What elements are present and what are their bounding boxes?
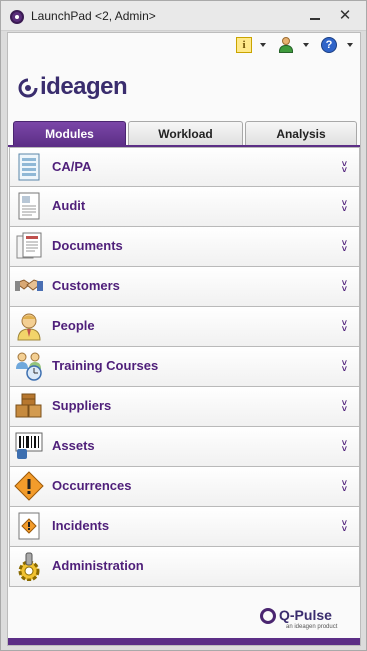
module-documents[interactable]: Documents ˅ ˅ [9, 227, 360, 267]
documents-icon [16, 232, 42, 259]
module-label: Assets [52, 438, 95, 453]
user-icon [278, 37, 294, 53]
expand-chevron-icon[interactable]: ˅ ˅ [342, 479, 347, 494]
app-logo-icon [10, 10, 24, 24]
expand-chevron-icon[interactable]: ˅ ˅ [342, 199, 347, 214]
module-label: Audit [52, 198, 86, 213]
launchpad-window: LaunchPad <2, Admin> ✕ i ? ideagen Modul… [0, 0, 367, 651]
chevron-down-icon [303, 43, 309, 47]
user-menu[interactable] [278, 37, 309, 55]
minimize-button[interactable] [304, 7, 326, 25]
expand-chevron-icon[interactable]: ˅ ˅ [342, 399, 347, 414]
module-label: Customers [52, 278, 120, 293]
tab-modules[interactable]: Modules [13, 121, 126, 146]
gear-icon [18, 552, 40, 581]
qpulse-mark-icon [260, 608, 276, 624]
document-list-icon [18, 153, 40, 181]
boxes-icon [15, 393, 42, 418]
module-audit[interactable]: Audit ˅ ˅ [9, 187, 360, 227]
module-occurrences[interactable]: Occurrences ˅ ˅ [9, 467, 360, 507]
expand-chevron-icon[interactable]: ˅ ˅ [342, 279, 347, 294]
module-label: Incidents [52, 518, 110, 533]
warning-diamond-icon [14, 471, 44, 501]
chevron-down-icon [347, 43, 353, 47]
expand-chevron-icon[interactable]: ˅ ˅ [342, 439, 347, 454]
module-label: Training Courses [52, 358, 159, 373]
module-label: Suppliers [52, 398, 112, 413]
audit-document-icon [18, 192, 40, 220]
bottom-accent-bar [8, 638, 360, 645]
person-icon [17, 313, 41, 341]
module-incidents[interactable]: Incidents ˅ ˅ [9, 507, 360, 547]
module-list: CA/PA ˅ ˅ Audit ˅ ˅ Documents ˅ ˅ Custom… [9, 147, 360, 587]
module-assets[interactable]: Assets ˅ ˅ [9, 427, 360, 467]
help-menu[interactable]: ? [321, 37, 353, 55]
module-label: Documents [52, 238, 123, 253]
client-area: i ? ideagen Modules Workload Analysis CA… [7, 32, 361, 646]
module-label: CA/PA [52, 159, 92, 174]
info-menu[interactable]: i [236, 37, 266, 55]
qpulse-logo: Q-Pulse an ideagen product [260, 605, 350, 633]
module-label: People [52, 318, 95, 333]
module-label: Administration [52, 558, 144, 573]
module-suppliers[interactable]: Suppliers ˅ ˅ [9, 387, 360, 427]
tab-workload[interactable]: Workload [128, 121, 243, 146]
module-training-courses[interactable]: Training Courses ˅ ˅ [9, 347, 360, 387]
chevron-down-icon [260, 43, 266, 47]
module-customers[interactable]: Customers ˅ ˅ [9, 267, 360, 307]
handshake-icon [14, 279, 44, 291]
module-administration[interactable]: Administration [9, 547, 360, 587]
expand-chevron-icon[interactable]: ˅ ˅ [342, 319, 347, 334]
ideagen-mark-icon [18, 78, 38, 98]
toolbar: i ? [8, 33, 360, 59]
expand-chevron-icon[interactable]: ˅ ˅ [342, 239, 347, 254]
expand-chevron-icon[interactable]: ˅ ˅ [342, 359, 347, 374]
incident-report-icon [18, 512, 40, 540]
expand-chevron-icon[interactable]: ˅ ˅ [342, 519, 347, 534]
title-bar[interactable]: LaunchPad <2, Admin> ✕ [1, 1, 366, 31]
window-title: LaunchPad <2, Admin> [31, 9, 156, 23]
module-capa[interactable]: CA/PA ˅ ˅ [9, 147, 360, 187]
training-clock-icon [16, 352, 42, 381]
close-button[interactable]: ✕ [334, 7, 356, 25]
info-icon: i [236, 37, 252, 53]
tab-bar: Modules Workload Analysis [13, 121, 357, 146]
barcode-icon [15, 432, 43, 459]
module-people[interactable]: People ˅ ˅ [9, 307, 360, 347]
qpulse-brand: Q-Pulse [279, 607, 332, 623]
qpulse-tagline: an ideagen product [286, 624, 338, 630]
logo-text: ideagen [40, 73, 128, 100]
tab-analysis[interactable]: Analysis [245, 121, 357, 146]
help-icon: ? [321, 37, 337, 53]
expand-chevron-icon[interactable]: ˅ ˅ [342, 160, 347, 175]
module-label: Occurrences [52, 478, 132, 493]
